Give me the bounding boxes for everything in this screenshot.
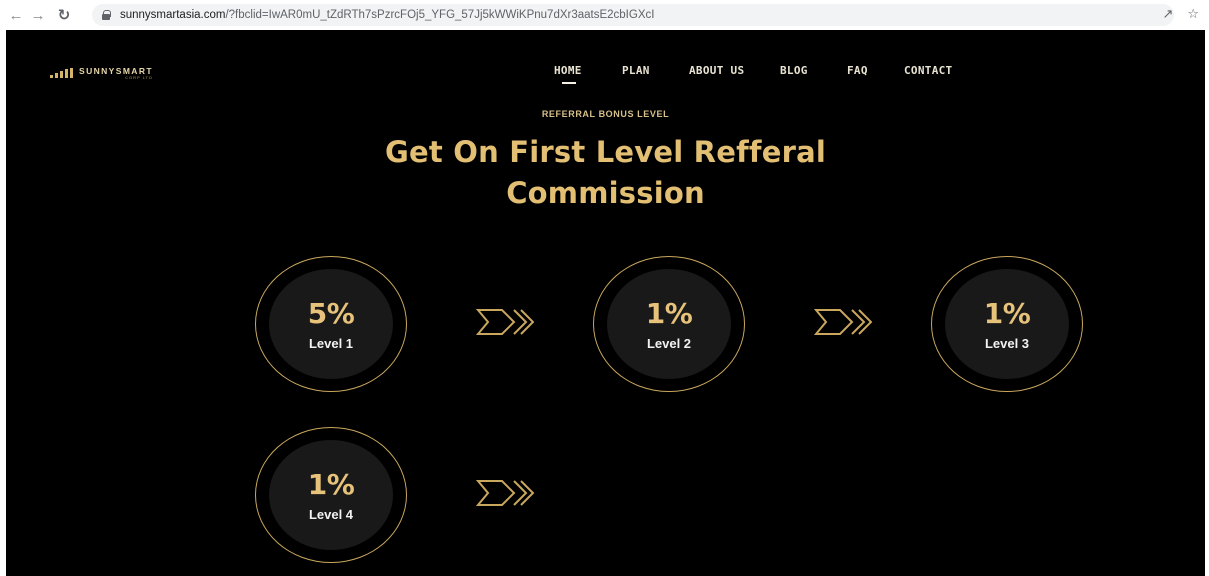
level-label: Level 3 <box>984 335 1030 351</box>
nav-faq[interactable]: FAQ <box>847 64 868 77</box>
share-icon[interactable]: ↗ <box>1162 6 1173 22</box>
reload-icon[interactable]: ↻ <box>54 5 74 25</box>
forward-arrow-icon[interactable]: → <box>28 5 48 25</box>
level-disc: 5% Level 1 <box>269 269 393 379</box>
level-percent: 5% <box>307 296 355 330</box>
nav-home[interactable]: HOME <box>554 64 582 84</box>
bookmark-star-icon[interactable]: ☆ <box>1187 6 1199 22</box>
section-title-line-2: Commission <box>506 176 705 210</box>
main-nav: HOME PLAN ABOUT US BLOG FAQ CONTACT <box>6 64 1205 84</box>
level-card: 5% Level 1 <box>255 256 407 392</box>
chevron-arrow-icon <box>476 480 534 506</box>
section-subtitle: REFERRAL BONUS LEVEL <box>541 109 670 119</box>
nav-about-us[interactable]: ABOUT US <box>689 64 744 77</box>
section-title: Get On First Level Refferal Commission <box>6 132 1205 214</box>
level-label: Level 2 <box>646 335 692 351</box>
level-card: 1% Level 3 <box>931 256 1083 392</box>
level-percent: 1% <box>307 467 355 501</box>
chevron-arrow-icon <box>476 309 534 335</box>
level-ring: 5% Level 1 <box>255 256 407 392</box>
level-card: 1% Level 2 <box>593 256 745 392</box>
page-viewport: SUNNYSMART CORP LTD HOME PLAN ABOUT US B… <box>6 30 1205 576</box>
level-card: 1% Level 4 <box>255 427 407 563</box>
browser-toolbar: ← → ↻ sunnysmartasia.com/?fbclid=IwAR0mU… <box>0 0 1209 30</box>
nav-blog[interactable]: BLOG <box>780 64 808 77</box>
url-text[interactable]: sunnysmartasia.com/?fbclid=IwAR0mU_tZdRT… <box>120 9 654 21</box>
level-label: Level 1 <box>308 335 354 351</box>
level-disc: 1% Level 3 <box>945 269 1069 379</box>
level-label: Level 4 <box>308 506 354 522</box>
address-bar[interactable]: sunnysmartasia.com/?fbclid=IwAR0mU_tZdRT… <box>92 4 1174 26</box>
level-ring: 1% Level 3 <box>931 256 1083 392</box>
level-ring: 1% Level 4 <box>255 427 407 563</box>
level-ring: 1% Level 2 <box>593 256 745 392</box>
back-arrow-icon[interactable]: ← <box>6 5 26 25</box>
lock-icon[interactable] <box>102 10 111 20</box>
section-title-line-1: Get On First Level Refferal <box>385 135 826 169</box>
level-disc: 1% Level 2 <box>607 269 731 379</box>
nav-plan[interactable]: PLAN <box>622 64 650 77</box>
nav-contact[interactable]: CONTACT <box>904 64 952 77</box>
level-disc: 1% Level 4 <box>269 440 393 550</box>
level-percent: 1% <box>983 296 1031 330</box>
chevron-arrow-icon <box>814 309 872 335</box>
level-percent: 1% <box>645 296 693 330</box>
